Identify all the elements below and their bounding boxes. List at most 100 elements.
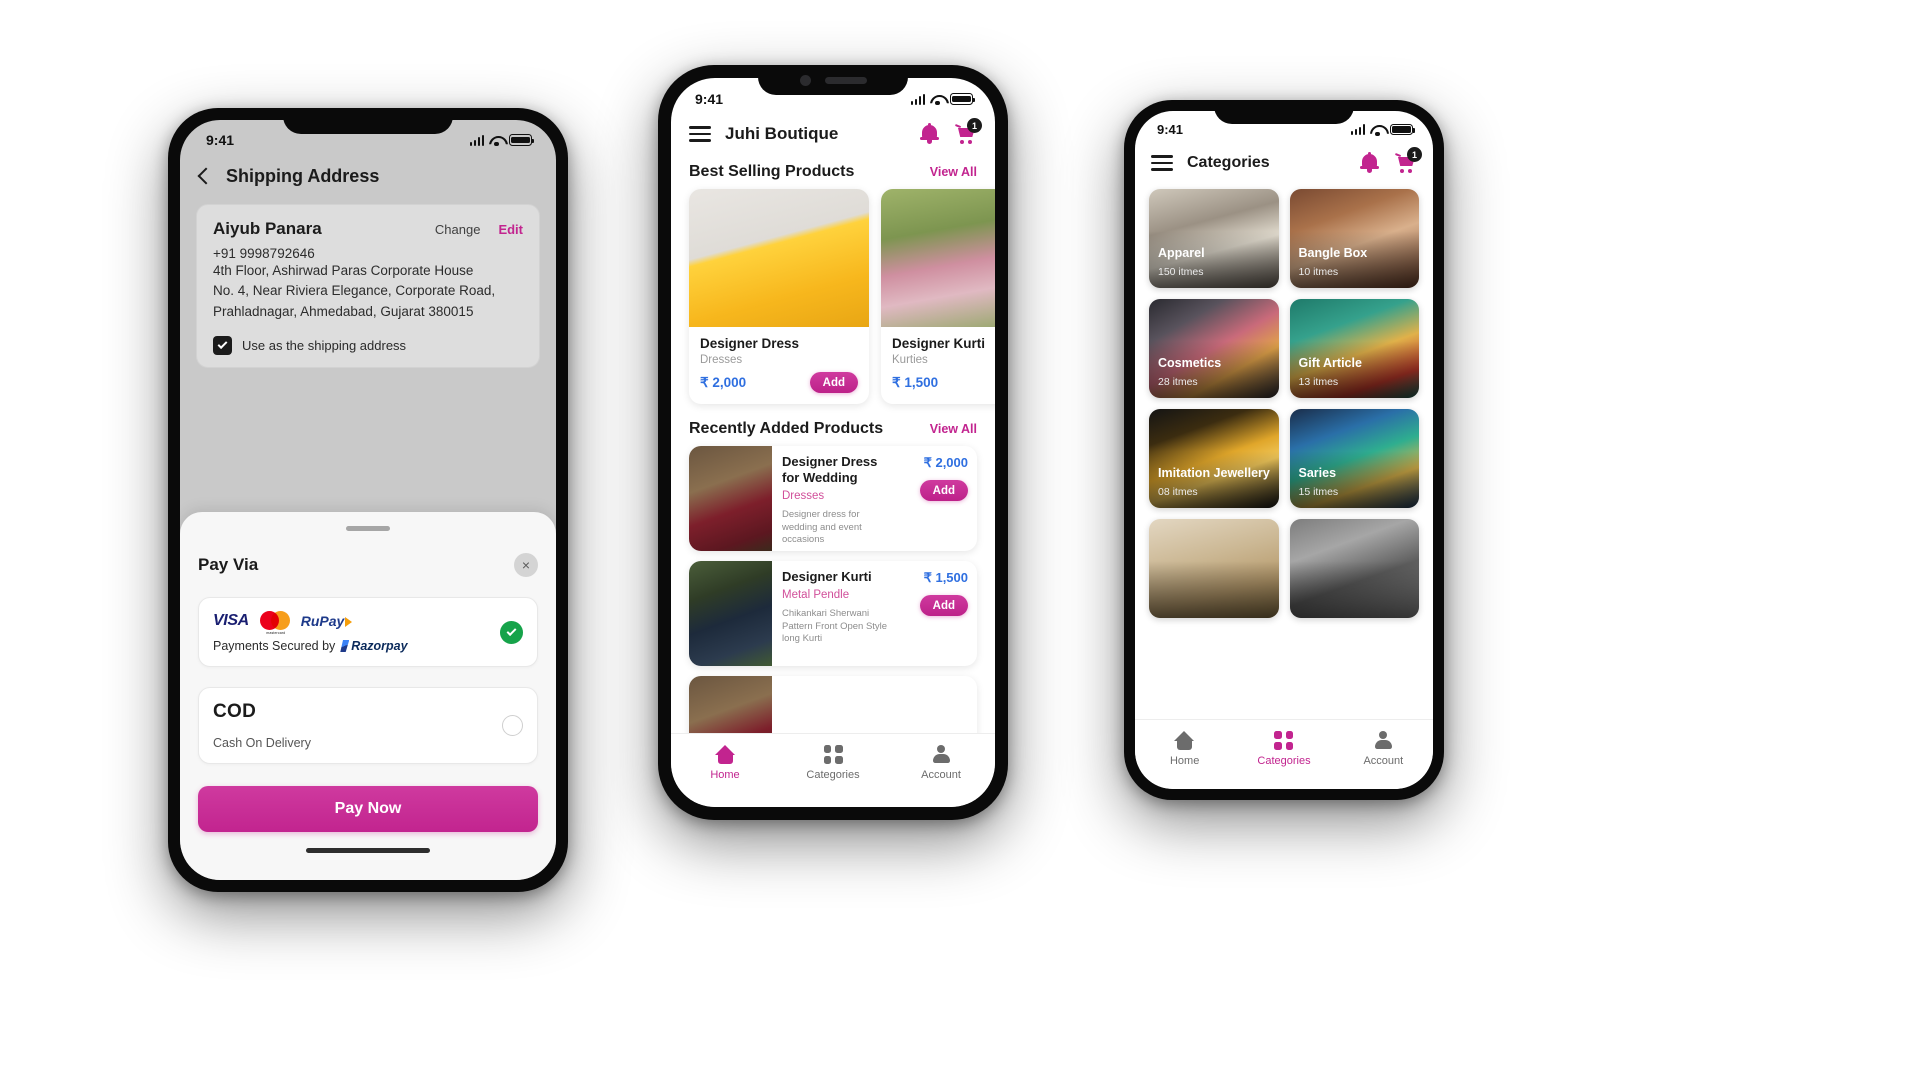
section-title: Recently Added Products	[689, 420, 884, 437]
product-price: ₹ 1,500	[923, 570, 968, 585]
pay-via-sheet: Pay Via × VISA mastercard RuPay Payments…	[180, 512, 556, 880]
phone-home: 9:41 Juhi Boutique 1 Best Selling Produc…	[658, 65, 1008, 820]
home-content: Best Selling Products View All Designer …	[671, 157, 995, 757]
category-count: 10 itmes	[1298, 266, 1339, 278]
battery-icon	[509, 134, 535, 146]
radio-unselected-icon[interactable]	[502, 715, 523, 736]
tab-home[interactable]: Home	[1135, 731, 1234, 767]
edit-address-button[interactable]: Edit	[498, 222, 523, 237]
category-tile[interactable]: Bangle Box 10 itmes	[1289, 189, 1419, 288]
status-time: 9:41	[206, 132, 235, 148]
product-image	[881, 189, 995, 327]
category-tile[interactable]: Imitation Jewellery 08 itmes	[1149, 409, 1279, 508]
change-address-button[interactable]: Change	[435, 222, 481, 237]
app-bar-right: 1	[920, 118, 982, 144]
grid-icon	[823, 745, 843, 764]
product-category: Kurties	[892, 354, 928, 366]
category-name: Cosmetics	[1158, 356, 1222, 370]
cart-icon[interactable]: 1	[1394, 147, 1422, 173]
phone2-screen: 9:41 Juhi Boutique 1 Best Selling Produc…	[671, 78, 995, 807]
bell-icon[interactable]	[1360, 152, 1379, 173]
app-bar-right: 1	[1360, 147, 1422, 173]
categories-grid: Apparel 150 itmes Bangle Box 10 itmes Co…	[1135, 185, 1433, 626]
add-to-cart-button[interactable]: Add	[809, 372, 858, 393]
hamburger-icon[interactable]	[689, 126, 711, 142]
hamburger-icon[interactable]	[1151, 155, 1173, 171]
status-indicators	[1350, 123, 1416, 136]
use-as-shipping-checkbox-row[interactable]: Use as the shipping address	[213, 335, 523, 355]
address-card: Aiyub Panara Change Edit +91 9998792646 …	[196, 204, 540, 368]
tab-categories[interactable]: Categories	[1234, 731, 1333, 767]
close-icon[interactable]: ×	[514, 553, 538, 577]
product-price-row: ₹ 2,000 Add	[700, 372, 858, 393]
address-actions: Change Edit	[435, 222, 523, 237]
home-icon	[714, 745, 736, 764]
category-count: 13 itmes	[1298, 376, 1339, 388]
product-name: Designer Kurti	[782, 569, 872, 584]
bell-icon[interactable]	[920, 123, 939, 144]
address-line-2: No. 4, Near Riviera Elegance, Corporate …	[213, 283, 496, 299]
category-name: Gift Article	[1298, 356, 1362, 370]
store-title: Juhi Boutique	[725, 124, 839, 143]
cart-badge: 1	[967, 118, 982, 133]
address-line-1: 4th Floor, Ashirwad Paras Corporate Hous…	[213, 263, 474, 278]
category-count: 150 itmes	[1158, 266, 1204, 278]
phone-shipping-address: 9:41 Shipping Address Aiyub Panara Chang…	[168, 108, 568, 892]
category-name: Imitation Jewellery	[1158, 466, 1270, 480]
card-network-logos: VISA mastercard RuPay	[213, 611, 408, 635]
pay-now-button[interactable]: Pay Now	[198, 786, 538, 832]
product-meta: Designer Dress Dresses ₹ 2,000 Add	[689, 327, 869, 404]
tab-categories[interactable]: Categories	[779, 745, 887, 781]
category-tile[interactable]	[1149, 519, 1279, 618]
view-all-recently-added[interactable]: View All	[930, 422, 977, 436]
phone1-app-bar: Shipping Address	[180, 152, 556, 200]
user-icon	[1374, 731, 1393, 750]
tab-label: Home	[1169, 755, 1200, 767]
phone3-status-bar: 9:41	[1135, 111, 1433, 141]
battery-icon	[950, 93, 976, 105]
category-tile[interactable]: Gift Article 13 itmes	[1289, 299, 1419, 398]
best-selling-header: Best Selling Products View All	[671, 157, 995, 189]
list-item[interactable]: Designer Kurti Metal Pendle Chikankari S…	[689, 561, 977, 666]
chevron-left-icon[interactable]	[197, 167, 215, 185]
checkbox-label: Use as the shipping address	[242, 337, 407, 353]
sheet-grabber[interactable]	[346, 526, 390, 531]
list-item[interactable]: Designer Dress for Wedding Dresses Desig…	[689, 446, 977, 551]
signal-icon	[469, 134, 484, 146]
payment-option-cod[interactable]: COD Cash On Delivery	[198, 687, 538, 764]
category-tile[interactable]: Saries 15 itmes	[1289, 409, 1419, 508]
radio-selected-icon[interactable]	[500, 620, 523, 644]
mastercard-label: mastercard	[266, 631, 286, 635]
payment-option-online[interactable]: VISA mastercard RuPay Payments Secured b…	[198, 597, 538, 667]
status-time: 9:41	[1157, 122, 1184, 137]
product-card[interactable]: Designer Dress Dresses ₹ 2,000 Add	[689, 189, 869, 404]
tab-account[interactable]: Account	[1334, 731, 1433, 767]
product-meta: Designer Kurti Kurties ₹ 1,500 Add	[881, 327, 995, 404]
sheet-header: Pay Via ×	[198, 553, 538, 577]
category-tile[interactable]: Cosmetics 28 itmes	[1149, 299, 1279, 398]
product-image	[689, 189, 869, 327]
battery-icon	[1390, 123, 1416, 136]
checkbox-checked-icon[interactable]	[213, 335, 232, 355]
product-price: ₹ 1,500	[892, 374, 939, 390]
address-name: Aiyub Panara	[213, 219, 322, 238]
cod-title: COD	[213, 701, 257, 722]
product-thumbnail	[689, 446, 772, 551]
tab-account[interactable]: Account	[887, 745, 995, 781]
product-price: ₹ 2,000	[700, 374, 747, 390]
app-bar-left: Juhi Boutique	[689, 124, 838, 144]
razorpay-secured-note: Payments Secured by Razorpay	[213, 639, 408, 653]
recently-added-header: Recently Added Products View All	[671, 414, 995, 446]
product-card[interactable]: Designer Kurti Kurties ₹ 1,500 Add	[881, 189, 995, 404]
rupay-icon: RuPay	[301, 613, 353, 629]
view-all-best-selling[interactable]: View All	[930, 165, 977, 179]
best-selling-carousel[interactable]: Designer Dress Dresses ₹ 2,000 Add Desig…	[671, 189, 995, 414]
product-category: Metal Pendle	[782, 588, 850, 601]
add-to-cart-button[interactable]: Add	[919, 595, 968, 616]
tab-home[interactable]: Home	[671, 745, 779, 781]
add-to-cart-button[interactable]: Add	[919, 480, 968, 501]
category-tile[interactable]: Apparel 150 itmes	[1149, 189, 1279, 288]
category-tile[interactable]	[1289, 519, 1419, 618]
list-item-text: Designer Dress for Wedding Dresses Desig…	[772, 446, 903, 551]
cart-icon[interactable]: 1	[954, 118, 982, 144]
